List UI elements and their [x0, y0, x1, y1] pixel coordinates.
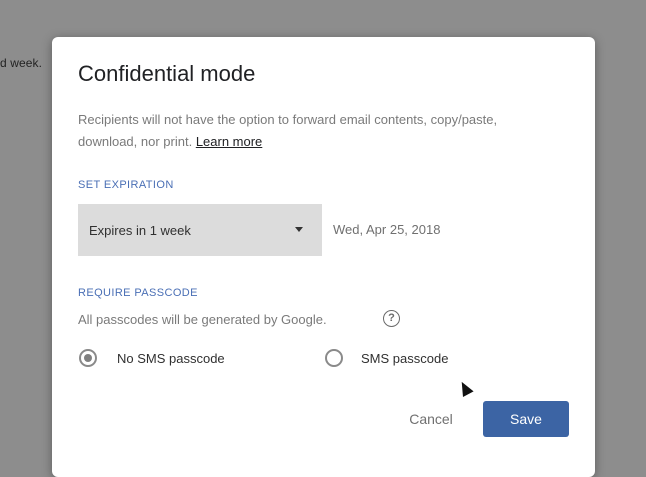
passcode-description: All passcodes will be generated by Googl…: [78, 312, 327, 327]
require-passcode-label: REQUIRE PASSCODE: [78, 287, 198, 299]
set-expiration-label: SET EXPIRATION: [78, 179, 174, 191]
dialog-title: Confidential mode: [78, 61, 256, 86]
sms-passcode-label[interactable]: SMS passcode: [361, 351, 448, 366]
no-sms-passcode-label[interactable]: No SMS passcode: [117, 351, 225, 366]
expiration-dropdown[interactable]: Expires in 1 week: [78, 204, 322, 256]
sms-passcode-radio[interactable]: [325, 349, 343, 367]
caret-down-icon: [295, 227, 303, 232]
learn-more-link[interactable]: Learn more: [196, 134, 262, 149]
save-button[interactable]: Save: [483, 401, 569, 437]
description-text: Recipients will not have the option to f…: [78, 112, 498, 149]
no-sms-passcode-radio[interactable]: [79, 349, 97, 367]
expiration-date: Wed, Apr 25, 2018: [333, 222, 441, 237]
cancel-button[interactable]: Cancel: [392, 401, 470, 437]
expiration-selected-value: Expires in 1 week: [89, 222, 191, 238]
help-icon[interactable]: ?: [383, 310, 400, 327]
confidential-mode-dialog: Confidential mode Recipients will not ha…: [52, 37, 595, 477]
dialog-description: Recipients will not have the option to f…: [78, 109, 548, 153]
background-text: d week.: [0, 56, 43, 70]
